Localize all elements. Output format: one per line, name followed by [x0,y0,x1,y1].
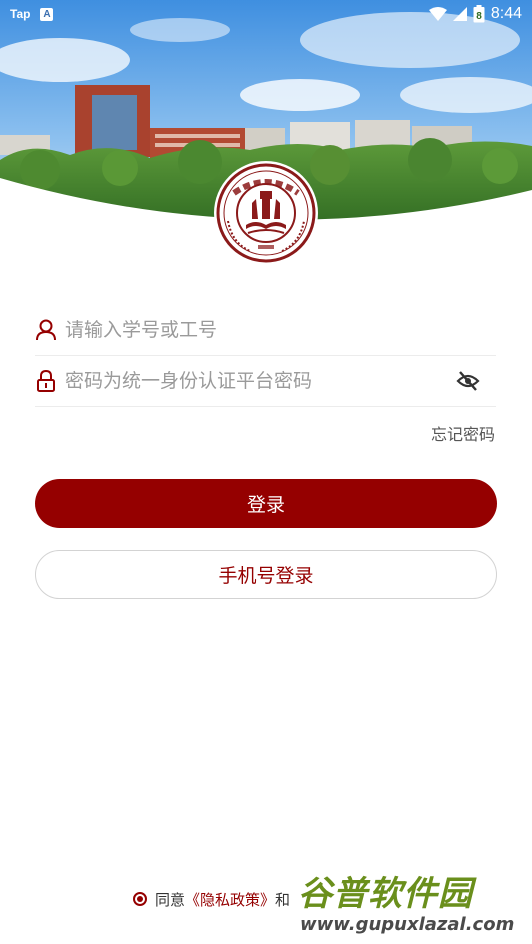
agreement-prefix: 同意 [155,890,186,909]
forgot-password-link[interactable]: 忘记密码 [431,421,495,445]
user-icon [36,319,56,341]
battery-level: 8 [476,11,482,22]
watermark: 谷普软件园 www.gupuxlazal.com [292,860,532,944]
watermark-url: www.gupuxlazal.com [300,914,515,935]
username-input[interactable] [65,318,496,341]
phone-login-button[interactable]: 手机号登录 [35,550,497,599]
watermark-brand: 谷普软件园 [298,874,473,914]
emblem-seal-icon [216,163,316,263]
agreement-suffix: 和 [275,890,291,909]
keyboard-badge-icon: A [40,7,54,21]
status-bar: Tap A 8 8:44 [0,0,532,28]
username-field[interactable] [35,304,496,356]
eye-off-icon[interactable] [454,367,482,395]
wifi-icon [428,7,447,21]
status-app-label: Tap [10,7,31,21]
signal-icon [452,7,467,21]
password-field[interactable] [35,355,496,407]
lock-icon [36,369,56,392]
login-button[interactable]: 登录 [35,479,497,528]
agreement-row: 同意 《隐私政策》 和 [133,886,290,912]
privacy-policy-link[interactable]: 《隐私政策》 [185,889,275,910]
password-input[interactable] [65,369,454,392]
battery-icon: 8 [473,5,485,23]
university-emblem [216,163,316,263]
status-time: 8:44 [490,5,522,22]
agreement-radio[interactable] [133,892,147,906]
